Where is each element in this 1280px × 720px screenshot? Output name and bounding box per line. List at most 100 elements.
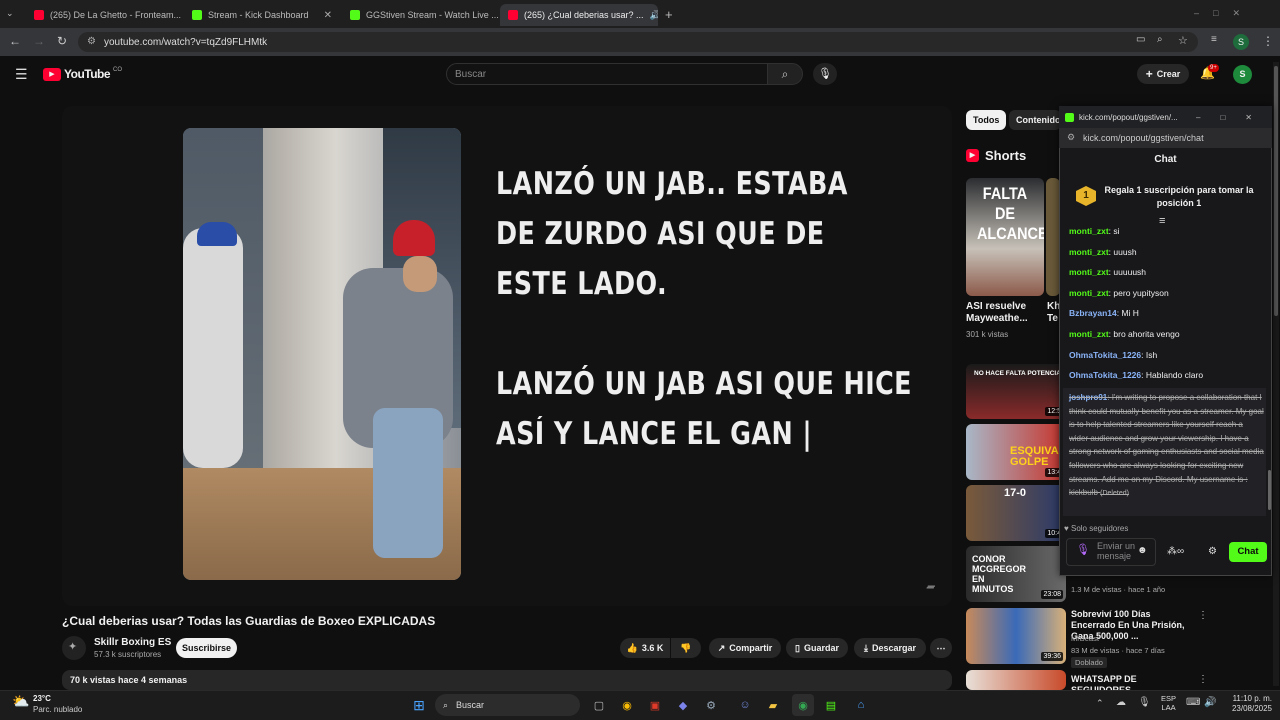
chat-username[interactable]: monti_zxt <box>1069 267 1109 277</box>
subscribe-button[interactable]: Suscribirse <box>176 638 237 658</box>
store-icon[interactable]: ⌂ <box>850 694 872 716</box>
related-thumbnail-2[interactable]: ESQUIVA GOLPE 13:4 <box>966 424 1066 480</box>
emoji-icon[interactable]: ☻ <box>1137 546 1148 556</box>
more-actions-icon[interactable]: ⋯ <box>930 638 952 658</box>
short-thumbnail-2[interactable] <box>1046 178 1060 296</box>
network-icon[interactable]: ⌨ <box>1186 697 1200 708</box>
like-button[interactable]: 👍 3.6 K <box>620 638 670 658</box>
steam-icon[interactable]: ⚙ <box>700 694 722 716</box>
youtube-avatar[interactable]: S <box>1233 65 1252 84</box>
browser-menu-icon[interactable]: ⋮ <box>1262 34 1274 48</box>
address-bar[interactable]: ⚙ youtube.com/watch?v=tqZd9FLHMtk <box>78 32 1198 52</box>
microphone-icon[interactable]: 🎙 <box>813 63 837 85</box>
tab-ggstiven-stream[interactable]: GGStiven Stream - Watch Live ... ✕ <box>342 4 498 26</box>
back-icon[interactable]: ← <box>9 34 21 48</box>
hamburger-menu-icon[interactable]: ☰ <box>15 66 28 83</box>
chat-username[interactable]: monti_zxt <box>1069 247 1109 257</box>
office-icon[interactable]: ▣ <box>644 694 666 716</box>
share-button[interactable]: ↗ Compartir <box>709 638 781 658</box>
create-button[interactable]: + Crear <box>1137 64 1189 84</box>
more-options-icon[interactable]: ⋮ <box>1198 674 1208 685</box>
chrome-icon[interactable]: ◉ <box>616 694 638 716</box>
chip-contenido[interactable]: Contenido d <box>1009 110 1061 130</box>
popup-window-controls[interactable]: –□✕ <box>1196 113 1272 122</box>
related-channel-5[interactable]: MrBeast <box>1071 634 1099 643</box>
chip-todos[interactable]: Todos <box>966 110 1007 130</box>
chat-username[interactable]: Bzbrayan14 <box>1069 308 1117 318</box>
browser-profile-avatar[interactable]: S <box>1233 34 1249 50</box>
save-button[interactable]: ▯ Guardar <box>786 638 848 658</box>
related-thumbnail-1[interactable]: NO HACE FALTA POTENCIA 12:5 <box>966 364 1066 419</box>
chat-text: Mi H <box>1121 308 1139 319</box>
chrome-active-icon[interactable]: ◉ <box>792 694 814 716</box>
dislike-button[interactable]: 👎 <box>671 638 701 658</box>
reading-list-icon[interactable]: ≡ <box>1211 34 1217 45</box>
tray-app-icon[interactable]: ☁ <box>1116 697 1126 708</box>
tab-list-icon[interactable]: ⌄ <box>6 8 14 19</box>
short-title-1[interactable]: ASI resuelve Mayweathe... <box>966 301 1044 325</box>
volume-icon[interactable]: 🔊 <box>1204 697 1216 708</box>
forward-icon[interactable]: → <box>33 34 45 48</box>
channel-avatar[interactable]: ✦ <box>62 636 86 660</box>
video-face <box>403 256 437 292</box>
taskbar-clock[interactable]: 11:10 p. m. 23/08/2025 <box>1224 694 1272 714</box>
close-tab-icon[interactable]: ✕ <box>324 10 332 21</box>
reload-icon[interactable]: ↻ <box>57 34 67 48</box>
send-chat-button[interactable]: Chat <box>1229 542 1267 562</box>
chat-username[interactable]: OhmaTokita_1226 <box>1069 350 1141 360</box>
more-options-icon[interactable]: ⋮ <box>1198 610 1208 621</box>
chat-username[interactable]: monti_zxt <box>1069 329 1109 339</box>
tab-cual-deberias-usar[interactable]: (265) ¿Cual deberias usar? ... 🔊 ✕ <box>500 4 658 26</box>
tray-mic-icon[interactable]: 🎙 <box>1138 697 1151 708</box>
speaker-icon[interactable]: 🔊 <box>650 10 658 21</box>
chat-scrollbar-thumb[interactable] <box>1268 470 1271 510</box>
discord-icon[interactable]: ☺ <box>734 694 756 716</box>
tray-overflow-icon[interactable]: ⌃ <box>1096 698 1104 709</box>
task-view-icon[interactable]: ▢ <box>588 694 610 716</box>
chat-username[interactable]: joshpro91 <box>1069 393 1107 402</box>
youtube-search-input[interactable]: Buscar <box>446 63 768 85</box>
video-blue-cap <box>197 222 237 246</box>
tab-de-la-ghetto[interactable]: (265) De La Ghetto - Fronteam... ✕ <box>26 4 182 26</box>
taskbar-search-box[interactable]: ⌕ Buscar <box>435 694 580 716</box>
related-thumbnail-4[interactable]: CONOR MCGREGOR EN MINUTOS 23:08 <box>966 546 1066 602</box>
related-thumbnail-6[interactable] <box>966 670 1066 690</box>
zoom-icon[interactable]: ⌕ <box>1157 34 1163 45</box>
bookmark-star-icon[interactable]: ☆ <box>1178 34 1188 47</box>
weather-cloud-icon[interactable]: ⛅ <box>12 693 29 710</box>
download-label: Descargar <box>871 643 916 653</box>
cast-icon[interactable]: ▭ <box>1136 34 1145 45</box>
chat-username[interactable]: monti_zxt <box>1069 226 1109 236</box>
site-info-icon[interactable]: ⚙ <box>1067 132 1075 143</box>
windows-start-icon[interactable]: ⊞ <box>408 694 430 716</box>
microphone-icon[interactable]: 🎙 <box>1076 545 1090 556</box>
download-button[interactable]: ⤓ Descargar <box>854 638 926 658</box>
chat-message-input[interactable]: 🎙 Enviar un mensaje ☻ <box>1066 538 1156 566</box>
related-thumbnail-5[interactable]: 39:36 <box>966 608 1066 664</box>
video-frame[interactable] <box>183 128 461 580</box>
chat-message: monti_zxt: bro ahorita vengo <box>1069 328 1180 339</box>
window-controls[interactable]: –□✕ <box>1194 8 1254 19</box>
new-tab-icon[interactable]: + <box>665 7 673 22</box>
search-icon[interactable]: ⌕ <box>767 63 803 85</box>
description-box[interactable]: 70 k vistas hace 4 semanas <box>62 670 952 690</box>
channel-name[interactable]: Skillr Boxing ES <box>94 637 171 648</box>
weather-temperature[interactable]: 23°C <box>33 694 51 703</box>
kick-app-icon[interactable]: ▤ <box>820 694 842 716</box>
related-thumbnail-3[interactable]: 17-0 10:4 <box>966 485 1066 541</box>
file-explorer-icon[interactable]: ▰ <box>762 694 784 716</box>
gift-subscription-banner[interactable]: 1 Regala 1 suscripción para tomar la pos… <box>1064 176 1264 216</box>
language-indicator[interactable]: ESP LAA <box>1161 694 1176 712</box>
teams-icon[interactable]: ◆ <box>672 694 694 716</box>
chat-settings-gear-icon[interactable]: ⚙ <box>1208 546 1217 557</box>
short-thumbnail-1[interactable]: FALTA DE ALCANCE <box>966 178 1044 296</box>
chat-text: Ish <box>1145 349 1158 360</box>
page-scrollbar[interactable] <box>1273 62 1279 686</box>
scrollbar-thumb[interactable] <box>1274 66 1278 316</box>
tab-kick-dashboard[interactable]: Stream - Kick Dashboard ✕ <box>184 4 340 26</box>
chat-username[interactable]: monti_zxt <box>1069 288 1109 298</box>
kick-points-icon[interactable]: ⁂∞ <box>1167 546 1184 557</box>
chat-username[interactable]: OhmaTokita_1226 <box>1069 370 1141 380</box>
site-info-icon[interactable]: ⚙ <box>87 36 96 47</box>
youtube-logo[interactable]: ▶ YouTube CO <box>43 67 122 81</box>
